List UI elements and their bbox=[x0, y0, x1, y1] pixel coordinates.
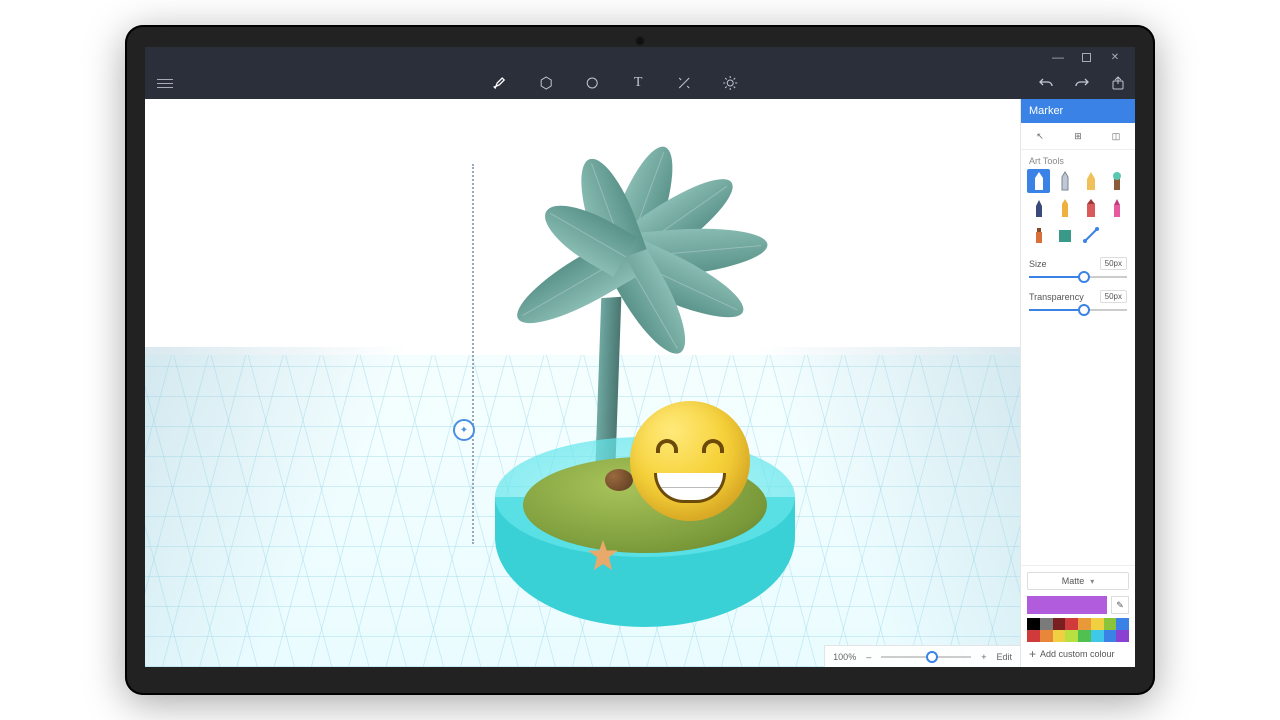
transparency-value[interactable]: 50px bbox=[1100, 290, 1127, 303]
tool-calligraphy-icon[interactable] bbox=[1080, 169, 1103, 193]
window-titlebar bbox=[145, 47, 1135, 67]
window-minimize-button[interactable] bbox=[1048, 47, 1068, 67]
stickers-icon[interactable] bbox=[583, 74, 601, 92]
color-swatch[interactable] bbox=[1078, 630, 1091, 642]
color-swatch[interactable] bbox=[1104, 618, 1117, 630]
color-swatch[interactable] bbox=[1053, 630, 1066, 642]
size-value[interactable]: 50px bbox=[1100, 257, 1127, 270]
zoom-out-button[interactable]: – bbox=[866, 652, 871, 662]
tool-empty bbox=[1106, 223, 1129, 247]
scene-island[interactable] bbox=[495, 437, 795, 627]
tool-crayon-icon[interactable] bbox=[1053, 196, 1076, 220]
tool-highlighter-icon[interactable] bbox=[1106, 196, 1129, 220]
color-swatch-grid bbox=[1027, 618, 1129, 642]
plus-icon: + bbox=[1029, 647, 1036, 661]
canvas[interactable]: ✦ 100% – + Edit bbox=[145, 99, 1020, 667]
selection-guide bbox=[472, 164, 474, 544]
starfish bbox=[585, 537, 621, 573]
emoji-face bbox=[630, 401, 750, 521]
chevron-down-icon: ▾ bbox=[1090, 577, 1094, 586]
color-swatch[interactable] bbox=[1040, 618, 1053, 630]
mode-3d-icon[interactable]: ◫ bbox=[1097, 123, 1135, 149]
window-maximize-button[interactable] bbox=[1082, 53, 1091, 62]
art-tools-grid bbox=[1021, 169, 1135, 253]
panel-title: Marker bbox=[1021, 99, 1135, 123]
brush-tool-icon[interactable] bbox=[491, 74, 509, 92]
color-swatch[interactable] bbox=[1078, 618, 1091, 630]
main-toolbar: T bbox=[145, 67, 1135, 99]
coconut bbox=[605, 469, 633, 491]
text-tool-icon[interactable]: T bbox=[629, 74, 647, 92]
rotate-handle-icon[interactable]: ✦ bbox=[453, 419, 475, 441]
redo-icon[interactable] bbox=[1073, 74, 1091, 92]
menu-button[interactable] bbox=[145, 79, 185, 88]
edit-button[interactable]: Edit bbox=[996, 652, 1012, 662]
add-color-label: Add custom colour bbox=[1040, 649, 1115, 659]
finish-dropdown[interactable]: Matte ▾ bbox=[1027, 572, 1129, 590]
status-bar: 100% – + Edit bbox=[824, 645, 1020, 667]
color-swatch[interactable] bbox=[1091, 618, 1104, 630]
color-swatch[interactable] bbox=[1027, 618, 1040, 630]
color-swatch[interactable] bbox=[1116, 618, 1129, 630]
palm-leaves bbox=[495, 164, 775, 364]
color-section: Matte ▾ ✎ + Add custom colour bbox=[1021, 565, 1135, 667]
color-swatch[interactable] bbox=[1091, 630, 1104, 642]
mode-2d-icon[interactable]: ⊞ bbox=[1059, 123, 1097, 149]
effects-icon[interactable] bbox=[675, 74, 693, 92]
color-swatch[interactable] bbox=[1065, 630, 1078, 642]
window-close-button[interactable] bbox=[1105, 47, 1125, 67]
color-swatch[interactable] bbox=[1116, 630, 1129, 642]
add-custom-color-button[interactable]: + Add custom colour bbox=[1027, 642, 1129, 661]
transparency-label: Transparency bbox=[1029, 292, 1084, 302]
share-icon[interactable] bbox=[1109, 74, 1127, 92]
zoom-value: 100% bbox=[833, 652, 856, 662]
tool-fill-icon[interactable] bbox=[1053, 223, 1076, 247]
tool-spray-icon[interactable] bbox=[1027, 223, 1050, 247]
transparency-slider[interactable] bbox=[1029, 309, 1127, 311]
color-swatch[interactable] bbox=[1065, 618, 1078, 630]
app-window: T bbox=[145, 47, 1135, 667]
undo-icon[interactable] bbox=[1037, 74, 1055, 92]
transparency-slider-block: Transparency 50px bbox=[1021, 286, 1135, 319]
size-slider-block: Size 50px bbox=[1021, 253, 1135, 286]
tablet-camera bbox=[635, 36, 645, 46]
tool-pencil-icon[interactable] bbox=[1053, 169, 1076, 193]
tool-fat-marker-icon[interactable] bbox=[1080, 196, 1103, 220]
mode-cursor-icon[interactable]: ↖ bbox=[1021, 123, 1059, 149]
art-tools-label: Art Tools bbox=[1021, 150, 1135, 169]
tool-line-icon[interactable] bbox=[1080, 223, 1103, 247]
tool-pen-icon[interactable] bbox=[1027, 196, 1050, 220]
zoom-in-button[interactable]: + bbox=[981, 652, 986, 662]
finish-label: Matte bbox=[1062, 576, 1085, 586]
tool-marker-icon[interactable] bbox=[1027, 169, 1050, 193]
size-label: Size bbox=[1029, 259, 1047, 269]
current-color-swatch[interactable] bbox=[1027, 596, 1107, 614]
side-panel: Marker ↖ ⊞ ◫ Art Tools bbox=[1020, 99, 1135, 667]
color-swatch[interactable] bbox=[1040, 630, 1053, 642]
3d-shapes-icon[interactable] bbox=[537, 74, 555, 92]
zoom-slider[interactable] bbox=[881, 656, 971, 658]
eyedropper-icon[interactable]: ✎ bbox=[1111, 596, 1129, 614]
mode-switch: ↖ ⊞ ◫ bbox=[1021, 123, 1135, 150]
size-slider[interactable] bbox=[1029, 276, 1127, 278]
lighting-icon[interactable] bbox=[721, 74, 739, 92]
color-swatch[interactable] bbox=[1027, 630, 1040, 642]
tablet-frame: T bbox=[125, 25, 1155, 695]
tool-oil-brush-icon[interactable] bbox=[1106, 169, 1129, 193]
color-swatch[interactable] bbox=[1104, 630, 1117, 642]
color-swatch[interactable] bbox=[1053, 618, 1066, 630]
